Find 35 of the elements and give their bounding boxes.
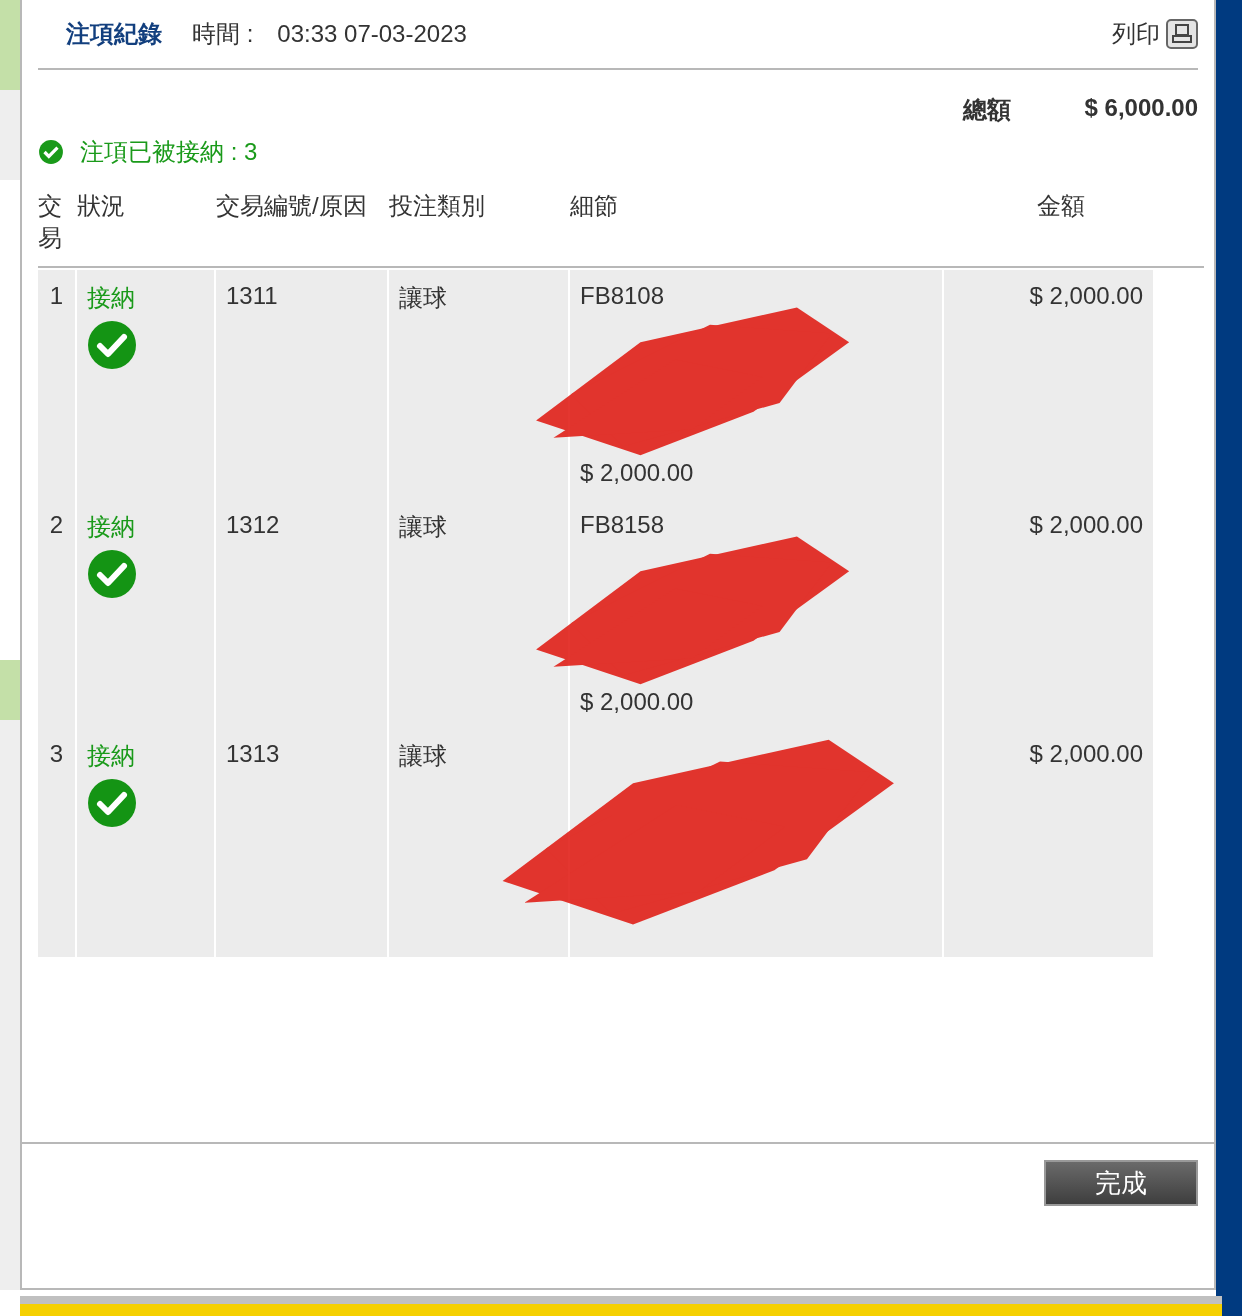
table-cell: 1 xyxy=(49,282,64,310)
detail-amount: $ 2,000.00 xyxy=(580,459,694,487)
column-header: 細節 xyxy=(570,191,619,221)
column-header: 交易 xyxy=(38,191,63,253)
table-cell: 1313 xyxy=(226,740,280,768)
table-cell-text: 讓球 xyxy=(399,741,447,771)
total-label: 總額 xyxy=(962,95,1011,125)
table-cell: 3 xyxy=(49,740,64,768)
done-button[interactable]: 完成 xyxy=(1044,1160,1198,1206)
status-text: 接納 xyxy=(87,283,135,313)
accepted-message: 注項已被接納 : 3 xyxy=(80,137,258,167)
table-cell: 1311 xyxy=(226,282,278,310)
table-cell: $ 2,000.00 xyxy=(1029,740,1143,768)
table-cell: $ 2,000.00 xyxy=(1029,282,1143,310)
table-cell: 2 xyxy=(49,511,64,539)
table-cell-text: 讓球 xyxy=(399,512,447,542)
detail-code: FB8108 xyxy=(580,282,665,310)
time-value: 03:33 07-03-2023 xyxy=(277,20,467,48)
column-header: 狀況 xyxy=(77,191,126,221)
table-cell-text: 讓球 xyxy=(399,283,447,313)
detail-code: FB8158 xyxy=(580,511,665,539)
print-link[interactable]: 列印 xyxy=(1112,18,1160,50)
table-cell: 1312 xyxy=(226,511,280,539)
time-label: 時間 : xyxy=(192,19,254,49)
table-cell: $ 2,000.00 xyxy=(1029,511,1143,539)
status-text: 接納 xyxy=(87,512,135,542)
status-text: 接納 xyxy=(87,741,135,771)
column-header: 投注類別 xyxy=(389,191,486,221)
total-value: $ 6,000.00 xyxy=(1084,94,1198,123)
dialog-title: 注項紀錄 xyxy=(66,19,162,49)
detail-amount: $ 2,000.00 xyxy=(580,688,694,716)
column-header: 金額 xyxy=(1036,191,1086,221)
print-icon[interactable] xyxy=(1166,19,1198,49)
column-header: 交易編號/原因 xyxy=(216,191,368,221)
check-icon xyxy=(38,139,64,165)
